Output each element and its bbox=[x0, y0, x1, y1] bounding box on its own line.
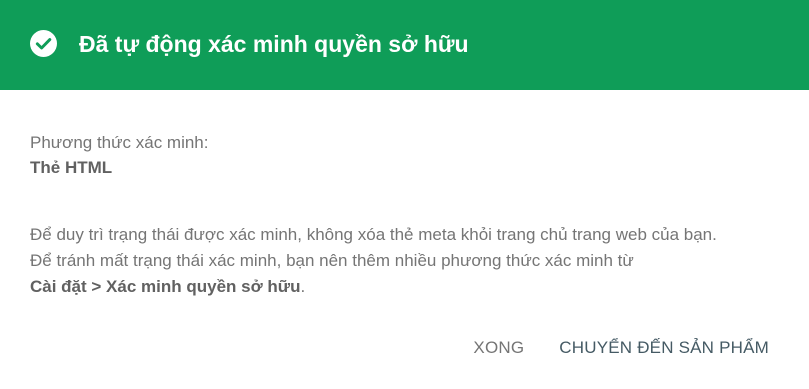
verification-dialog: Đã tự động xác minh quyền sở hữu Phương … bbox=[0, 0, 809, 389]
dialog-actions: XONG CHUYỂN ĐẾN SẢN PHẨM bbox=[473, 336, 769, 360]
info-trailing: . bbox=[300, 277, 306, 296]
info-line-1: Để duy trì trạng thái được xác minh, khô… bbox=[30, 225, 717, 244]
settings-path: Cài đặt > Xác minh quyền sở hữu bbox=[30, 277, 301, 296]
method-value: Thẻ HTML bbox=[30, 158, 113, 177]
go-to-product-button[interactable]: CHUYỂN ĐẾN SẢN PHẨM bbox=[559, 336, 769, 360]
info-text: Để duy trì trạng thái được xác minh, khô… bbox=[30, 222, 800, 300]
info-line-2: Để tránh mất trạng thái xác minh, bạn nê… bbox=[30, 251, 634, 270]
done-button[interactable]: XONG bbox=[473, 336, 524, 360]
dialog-title: Đã tự động xác minh quyền sở hữu bbox=[79, 31, 469, 57]
check-circle-icon bbox=[30, 30, 57, 57]
dialog-header: Đã tự động xác minh quyền sở hữu bbox=[0, 0, 809, 90]
info-line-3: Cài đặt > Xác minh quyền sở hữu. bbox=[30, 274, 800, 300]
method-label: Phương thức xác minh: bbox=[30, 133, 209, 152]
